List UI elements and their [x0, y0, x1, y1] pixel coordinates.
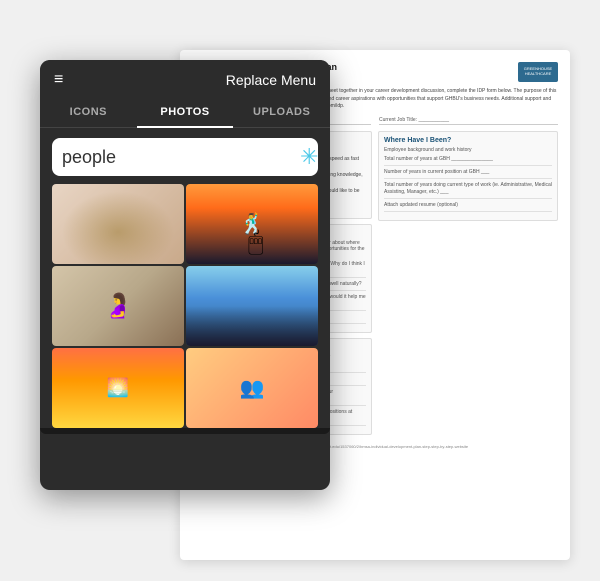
been-field-1: Total number of years at GBH ___________… — [384, 156, 552, 166]
sparkle-icon: ✳ — [300, 144, 318, 170]
image-friends[interactable] — [186, 348, 318, 428]
image-kids[interactable] — [186, 184, 318, 264]
popup-header: ≡ Replace Menu — [40, 60, 330, 98]
popup-bottom-bar — [40, 428, 330, 434]
job-title-field: Current Job Title: ___________ — [379, 117, 558, 125]
been-field-4: Attach updated resume (optional) — [384, 202, 552, 212]
where-have-i-been-section: Where Have I Been? Employee background a… — [378, 131, 558, 221]
been-field-2: Number of years in current position at G… — [384, 169, 552, 179]
popup-search-area: ✳ — [40, 128, 330, 184]
search-bar: ✳ — [52, 138, 318, 176]
image-yoga[interactable] — [52, 184, 184, 264]
image-beach[interactable] — [52, 348, 184, 428]
where-been-title: Where Have I Been? — [384, 137, 552, 144]
doc-logo: GREENHOUSEHEALTHCARE — [518, 62, 558, 82]
image-grid — [40, 184, 330, 428]
tab-icons[interactable]: ICONS — [40, 98, 137, 127]
been-field-3: Total number of years doing current type… — [384, 182, 552, 199]
where-been-subtitle: Employee background and work history — [384, 147, 552, 153]
search-input[interactable] — [62, 147, 294, 168]
image-city[interactable] — [186, 266, 318, 346]
popup-tabs: ICONS PHOTOS UPLOADS — [40, 98, 330, 128]
image-pregnant[interactable] — [52, 266, 184, 346]
tab-photos[interactable]: PHOTOS — [137, 98, 234, 128]
replace-menu-popup: ≡ Replace Menu ICONS PHOTOS UPLOADS ✳ — [40, 60, 330, 490]
hamburger-icon[interactable]: ≡ — [54, 72, 63, 88]
popup-title: Replace Menu — [226, 72, 316, 88]
tab-uploads[interactable]: UPLOADS — [233, 98, 330, 127]
